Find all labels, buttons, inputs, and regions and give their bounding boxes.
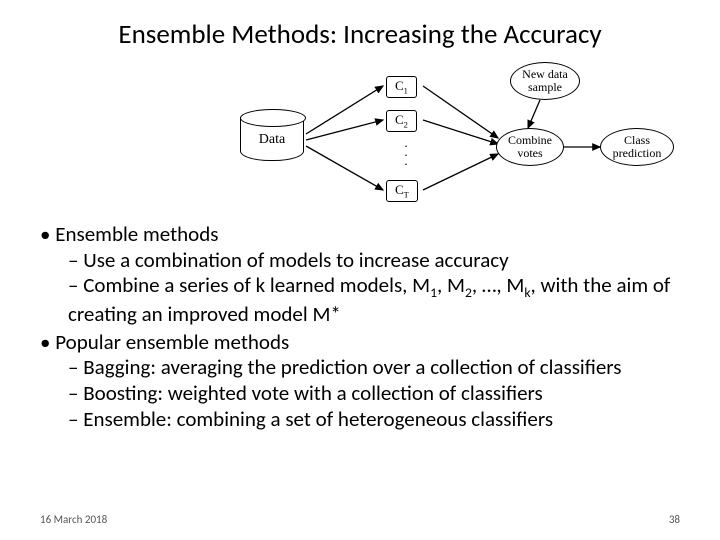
sub-use-combination: Use a combination of models to increase … [68,248,680,274]
b1a-text: Use a combination of models to increase … [83,247,508,273]
data-label: Data [240,132,304,148]
combine-votes-oval: Combinevotes [496,128,564,166]
b1b-s1: 1 [430,284,437,301]
slide-body: Ensemble methods Use a combination of mo… [40,222,680,434]
slide-title: Ensemble Methods: Increasing the Accurac… [0,0,720,51]
sub-combine-series: Combine a series of k learned models, M1… [68,273,680,327]
c2-text: C [395,112,404,127]
b2a-text: Bagging: averaging the prediction over a… [83,354,621,380]
b2c-text: Ensemble: combining a set of heterogeneo… [83,406,553,432]
b2b-text: Boosting: weighted vote with a collectio… [83,380,543,406]
class-prediction-oval: Classprediction [600,128,674,166]
new-data-text: New datasample [522,68,568,93]
classifier-dots: ... [396,138,416,165]
ct-text: C [395,182,404,197]
ct-sub: T [404,190,409,200]
b1b-s2: 2 [465,284,472,301]
b1b-mid1: , M [437,272,465,298]
c2-sub: 2 [404,120,408,130]
footer-date: 16 March 2018 [40,513,107,526]
b1b-pre: Combine a series of k learned models, M [83,272,430,298]
ensemble-diagram: Data C1 C2 ... CT New datasample Combine… [240,62,680,212]
b1b-mid2: , …, M [472,272,524,298]
c1-text: C [395,78,404,93]
b2-text: Popular ensemble methods [55,329,289,355]
c1-sub: 1 [404,86,408,96]
combine-text: Combinevotes [508,134,552,159]
classifier-ct: CT [386,180,418,202]
classifier-c2: C2 [386,110,417,132]
sub-ensemble: Ensemble: combining a set of heterogeneo… [68,407,680,433]
bullet-ensemble-methods: Ensemble methods [40,222,680,248]
prediction-text: Classprediction [613,134,662,159]
sub-boosting: Boosting: weighted vote with a collectio… [68,381,680,407]
b1-text: Ensemble methods [55,221,218,247]
new-data-oval: New datasample [510,62,580,100]
bullet-popular-methods: Popular ensemble methods [40,330,680,356]
classifier-c1: C1 [386,76,417,98]
footer-page-number: 38 [669,513,680,526]
sub-bagging: Bagging: averaging the prediction over a… [68,355,680,381]
